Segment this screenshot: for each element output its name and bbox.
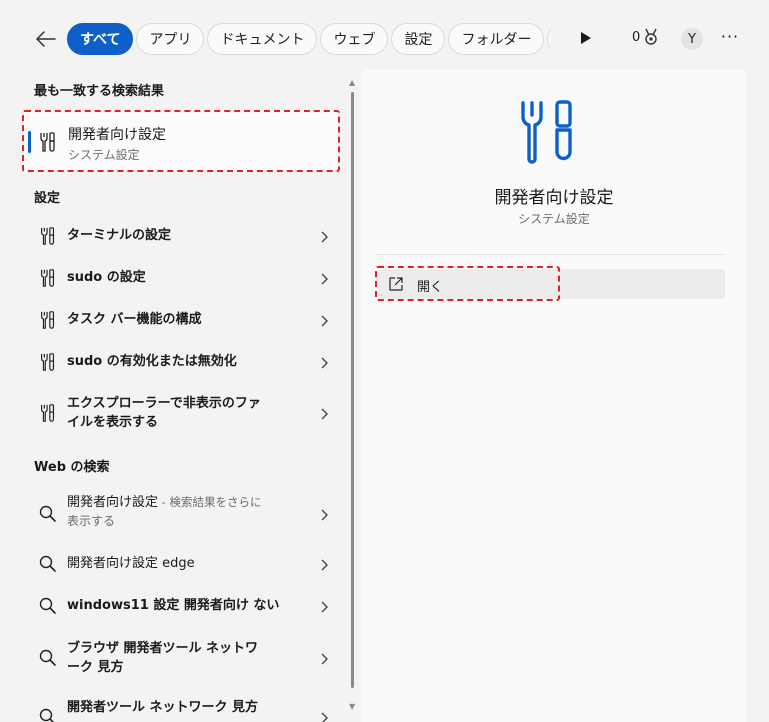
label-line1: ブラウザ 開発者ツール ネットワ xyxy=(67,641,259,656)
search-icon xyxy=(39,505,56,522)
tab-settings[interactable]: 設定 xyxy=(391,23,446,55)
medal-icon xyxy=(645,28,657,45)
list-item-label: sudo の有効化または無効化 xyxy=(67,354,237,369)
label-line2: イルを表示する xyxy=(67,415,159,430)
developer-settings-icon xyxy=(41,353,55,371)
developer-settings-icon xyxy=(41,269,55,287)
back-button[interactable] xyxy=(32,26,60,52)
settings-item-sudo-toggle[interactable]: sudo の有効化または無効化 xyxy=(28,348,338,376)
rewards-button[interactable]: 0 xyxy=(632,28,659,46)
developer-settings-icon xyxy=(40,132,55,152)
search-icon xyxy=(39,555,56,572)
developer-settings-icon xyxy=(521,100,572,164)
list-item-label: 開発者向け設定 edge xyxy=(67,556,195,571)
open-button[interactable]: 開く xyxy=(375,266,560,301)
scroll-down-arrow[interactable]: ▼ xyxy=(349,702,355,711)
best-match-title: 開発者向け設定 xyxy=(68,127,166,143)
chevron-right-icon xyxy=(321,357,328,369)
search-icon xyxy=(39,649,56,666)
tab-photos[interactable]: 写 xyxy=(547,23,551,55)
chevron-right-icon xyxy=(321,601,328,613)
list-item-label: エクスプローラーで非表示のファ イルを表示する xyxy=(67,394,305,432)
settings-item-hidden-files[interactable]: エクスプローラーで非表示のファ イルを表示する xyxy=(28,390,338,436)
label-line1: エクスプローラーで非表示のファ xyxy=(67,396,261,411)
list-item-label: タスク バー機能の構成 xyxy=(67,312,202,327)
developer-settings-icon xyxy=(41,227,55,245)
tab-web[interactable]: ウェブ xyxy=(320,23,389,55)
best-match-header: 最も一致する検索結果 xyxy=(34,84,165,99)
selection-indicator xyxy=(28,131,31,153)
web-result-item[interactable]: windows11 設定 開発者向け ない xyxy=(28,592,338,620)
scrollbar[interactable]: ▲ ▼ xyxy=(348,78,358,718)
label-line2: ーク 見方 xyxy=(67,660,124,675)
settings-item-terminal[interactable]: ターミナルの設定 xyxy=(28,222,338,250)
settings-item-taskbar[interactable]: タスク バー機能の構成 xyxy=(28,306,338,334)
chevron-right-icon xyxy=(321,231,328,243)
web-search-header: Web の検索 xyxy=(34,460,110,475)
play-icon xyxy=(581,32,591,44)
chevron-right-icon xyxy=(321,273,328,285)
chevron-right-icon xyxy=(321,315,328,327)
chevron-right-icon xyxy=(321,653,328,665)
tab-all[interactable]: すべて xyxy=(67,23,134,55)
rewards-count: 0 xyxy=(632,29,641,45)
chevron-right-icon xyxy=(321,559,328,571)
avatar[interactable]: Y xyxy=(681,28,703,50)
settings-header: 設定 xyxy=(34,191,61,206)
list-item-label: sudo の設定 xyxy=(67,270,146,285)
web-result-item[interactable]: 開発者向け設定 edge xyxy=(28,550,338,578)
filter-tabs: すべてアプリドキュメントウェブ設定フォルダー写 xyxy=(67,23,551,55)
top-bar: すべてアプリドキュメントウェブ設定フォルダー写 0 Y ··· xyxy=(0,0,769,78)
list-item-label: ターミナルの設定 xyxy=(67,228,172,243)
open-label: 開く xyxy=(417,280,444,295)
label-main: 開発者向け設定 xyxy=(67,495,159,510)
tab-folders[interactable]: フォルダー xyxy=(448,23,545,55)
arrow-left-icon xyxy=(36,31,56,47)
scroll-up-arrow[interactable]: ▲ xyxy=(349,78,355,87)
list-item-label: 開発者ツール ネットワーク 見方 xyxy=(67,698,305,717)
search-icon xyxy=(39,708,55,722)
divider xyxy=(377,254,725,255)
list-item-label: 開発者向け設定 - 検索結果をさらに 表示する xyxy=(67,493,305,531)
search-icon xyxy=(39,597,56,614)
open-external-icon xyxy=(389,277,403,291)
scroll-thumb[interactable] xyxy=(351,92,354,688)
tab-documents[interactable]: ドキュメント xyxy=(207,23,318,55)
best-match-subtitle: システム設定 xyxy=(68,148,140,162)
detail-title: 開発者向け設定 xyxy=(494,188,614,208)
more-filters-button[interactable] xyxy=(580,30,596,48)
web-result-item[interactable]: 開発者向け設定 - 検索結果をさらに 表示する xyxy=(28,491,338,537)
tab-apps[interactable]: アプリ xyxy=(136,23,205,55)
developer-settings-icon xyxy=(41,404,55,422)
web-result-item[interactable]: ブラウザ 開発者ツール ネットワ ーク 見方 xyxy=(28,635,338,681)
label-line2: 表示する xyxy=(67,514,116,528)
developer-settings-icon xyxy=(41,311,55,329)
detail-subtitle: システム設定 xyxy=(518,212,590,226)
label-suffix: - 検索結果をさらに xyxy=(158,495,262,509)
chevron-right-icon xyxy=(321,509,328,521)
label-line1: 開発者ツール ネットワーク 見方 xyxy=(67,700,259,715)
detail-pane: 開発者向け設定 システム設定 開く xyxy=(361,69,747,722)
results-list: 最も一致する検索結果 開発者向け設定 システム設定 設定 ターミナルの設定 su… xyxy=(20,74,342,722)
chevron-right-icon xyxy=(321,712,328,722)
chevron-right-icon xyxy=(321,408,328,420)
web-result-item[interactable]: 開発者ツール ネットワーク 見方 xyxy=(28,694,338,722)
list-item-label: ブラウザ 開発者ツール ネットワ ーク 見方 xyxy=(67,639,305,677)
list-item-label: windows11 設定 開発者向け ない xyxy=(67,598,280,613)
settings-item-sudo[interactable]: sudo の設定 xyxy=(28,264,338,292)
more-options-button[interactable]: ··· xyxy=(720,28,740,50)
best-match-item[interactable]: 開発者向け設定 システム設定 xyxy=(22,110,340,172)
